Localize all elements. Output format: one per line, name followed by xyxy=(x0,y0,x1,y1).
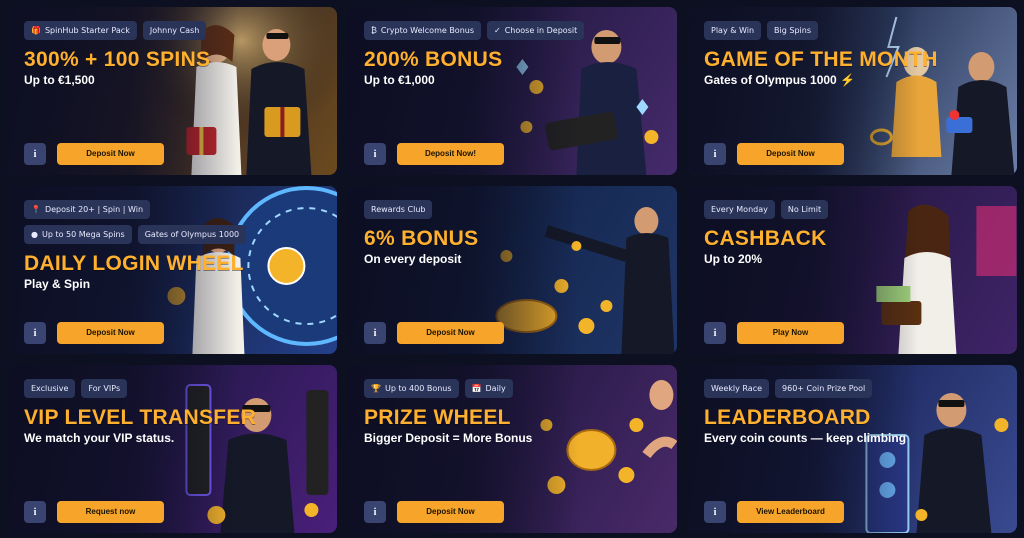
info-button[interactable]: i xyxy=(704,322,726,344)
tag-label: No Limit xyxy=(787,205,822,214)
promo-tag: 📍 Deposit 20+ | Spin | Win xyxy=(24,200,151,219)
promo-card[interactable]: 📍 Deposit 20+ | Spin | Win ● Up to 50 Mega … xyxy=(8,186,337,354)
tag-label: Rewards Club xyxy=(371,205,426,214)
promo-card[interactable]: Play & Win Big Spins GAME OF THE MONTH Ga… xyxy=(688,7,1017,175)
promo-tag: 🏆 Up to 400 Bonus xyxy=(364,379,459,398)
promo-card[interactable]: Every Monday No Limit CASHBACK Up to 20% … xyxy=(688,186,1017,354)
promo-card[interactable]: ₿ Crypto Welcome Bonus ✓ Choose in Deposit … xyxy=(348,7,677,175)
info-button[interactable]: i xyxy=(24,322,46,344)
promo-tag: Rewards Club xyxy=(364,200,433,219)
tag-label: 960+ Coin Prize Pool xyxy=(782,384,866,393)
promo-tag: For VIPs xyxy=(81,379,128,398)
tag-label: For VIPs xyxy=(88,384,121,393)
promo-grid: 🎁 SpinHub Starter Pack Johnny Cash 300% + … xyxy=(0,0,1024,538)
promo-title: 300% + 100 SPINS xyxy=(24,48,211,71)
cta-button[interactable]: Deposit Now xyxy=(397,501,504,523)
tag-label: Daily xyxy=(485,384,506,393)
cta-button[interactable]: Deposit Now! xyxy=(397,143,504,165)
promo-tags: Rewards Club xyxy=(364,200,594,219)
info-button[interactable]: i xyxy=(704,143,726,165)
tag-label: Exclusive xyxy=(31,384,69,393)
promo-tag: 🎁 SpinHub Starter Pack xyxy=(24,21,137,40)
promo-tags: Weekly Race 960+ Coin Prize Pool xyxy=(704,379,934,398)
tag-label: Big Spins xyxy=(774,26,811,35)
calendar-icon: 📅 xyxy=(471,384,482,393)
promo-tags: Play & Win Big Spins xyxy=(704,21,934,40)
promo-card[interactable]: 🏆 Up to 400 Bonus 📅 Daily PRIZE WHEEL Bigge… xyxy=(348,365,677,533)
promo-subtitle: Up to €1,000 xyxy=(364,73,435,87)
tag-label: Johnny Cash xyxy=(149,26,200,35)
cta-button[interactable]: Request now xyxy=(57,501,164,523)
tag-label: Up to 50 Mega Spins xyxy=(41,230,125,239)
tag-label: Choose in Deposit xyxy=(504,26,578,35)
cta-button[interactable]: Play Now xyxy=(737,322,844,344)
promo-tags: Every Monday No Limit xyxy=(704,200,934,219)
tag-label: Deposit 20+ | Spin | Win xyxy=(44,205,144,214)
info-button[interactable]: i xyxy=(24,143,46,165)
promo-tag: 📅 Daily xyxy=(464,379,513,398)
promo-tags: Exclusive For VIPs xyxy=(24,379,254,398)
tag-label: Crypto Welcome Bonus xyxy=(380,26,475,35)
cta-button[interactable]: Deposit Now xyxy=(737,143,844,165)
promo-title: 6% BONUS xyxy=(364,227,479,250)
promo-tags: 🎁 SpinHub Starter Pack Johnny Cash xyxy=(24,21,254,40)
tag-label: Every Monday xyxy=(711,205,768,214)
pin-icon: 📍 xyxy=(31,205,41,214)
promo-card[interactable]: Weekly Race 960+ Coin Prize Pool LEADERBO… xyxy=(688,365,1017,533)
promo-tag: Exclusive xyxy=(24,379,76,398)
promo-tags: 📍 Deposit 20+ | Spin | Win ● Up to 50 Mega … xyxy=(24,200,254,244)
cta-button[interactable]: View Leaderboard xyxy=(737,501,844,523)
promo-subtitle: Every coin counts — keep climbing xyxy=(704,431,907,445)
promo-tag: No Limit xyxy=(780,200,829,219)
promo-tag: 960+ Coin Prize Pool xyxy=(775,379,873,398)
promo-title: VIP LEVEL TRANSFER xyxy=(24,406,257,429)
cta-button[interactable]: Deposit Now xyxy=(57,322,164,344)
info-button[interactable]: i xyxy=(364,501,386,523)
promo-title: LEADERBOARD xyxy=(704,406,871,429)
tag-label: Up to 400 Bonus xyxy=(384,384,452,393)
info-button[interactable]: i xyxy=(704,501,726,523)
gift-icon: 🎁 xyxy=(31,26,41,35)
info-button[interactable]: i xyxy=(24,501,46,523)
promo-subtitle: On every deposit xyxy=(364,252,462,266)
tag-label: Play & Win xyxy=(711,26,755,35)
trophy-icon: 🏆 xyxy=(371,384,381,393)
promo-tag: Weekly Race xyxy=(704,379,770,398)
promo-title: DAILY LOGIN WHEEL xyxy=(24,252,244,275)
promo-tag: ✓ Choose in Deposit xyxy=(487,21,585,40)
cta-button[interactable]: Deposit Now xyxy=(397,322,504,344)
promo-tag: Every Monday xyxy=(704,200,775,219)
promo-subtitle: Play & Spin xyxy=(24,277,91,291)
promo-tags: ₿ Crypto Welcome Bonus ✓ Choose in Deposit xyxy=(364,21,594,40)
promo-subtitle: We match your VIP status. xyxy=(24,431,175,445)
promo-tag: ● Up to 50 Mega Spins xyxy=(24,225,132,244)
promo-tags: 🏆 Up to 400 Bonus 📅 Daily xyxy=(364,379,594,398)
promo-tag: Johnny Cash xyxy=(142,21,207,40)
tag-label: Weekly Race xyxy=(711,384,763,393)
promo-card[interactable]: 🎁 SpinHub Starter Pack Johnny Cash 300% + … xyxy=(8,7,337,175)
promo-title: 200% BONUS xyxy=(364,48,503,71)
promo-title: CASHBACK xyxy=(704,227,827,250)
bitcoin-icon: ₿ xyxy=(371,26,377,35)
tag-label: SpinHub Starter Pack xyxy=(44,26,130,35)
promo-title: PRIZE WHEEL xyxy=(364,406,511,429)
promo-subtitle: Up to €1,500 xyxy=(24,73,95,87)
promo-tag: Gates of Olympus 1000 xyxy=(137,225,247,244)
promo-card[interactable]: Rewards Club 6% BONUS On every deposit i… xyxy=(348,186,677,354)
info-button[interactable]: i xyxy=(364,143,386,165)
tag-label: Gates of Olympus 1000 xyxy=(144,230,240,239)
check-icon: ✓ xyxy=(494,26,501,35)
promo-tag: ₿ Crypto Welcome Bonus xyxy=(364,21,482,40)
promo-title: GAME OF THE MONTH xyxy=(704,48,938,71)
promo-subtitle: Up to 20% xyxy=(704,252,763,266)
coin-icon: ● xyxy=(31,230,38,239)
cta-button[interactable]: Deposit Now xyxy=(57,143,164,165)
promo-tag: Play & Win xyxy=(704,21,762,40)
promo-subtitle: Gates of Olympus 1000 ⚡ xyxy=(704,73,855,87)
promo-card[interactable]: Exclusive For VIPs VIP LEVEL TRANSFER We … xyxy=(8,365,337,533)
promo-subtitle: Bigger Deposit = More Bonus xyxy=(364,431,533,445)
promo-tag: Big Spins xyxy=(767,21,818,40)
info-button[interactable]: i xyxy=(364,322,386,344)
